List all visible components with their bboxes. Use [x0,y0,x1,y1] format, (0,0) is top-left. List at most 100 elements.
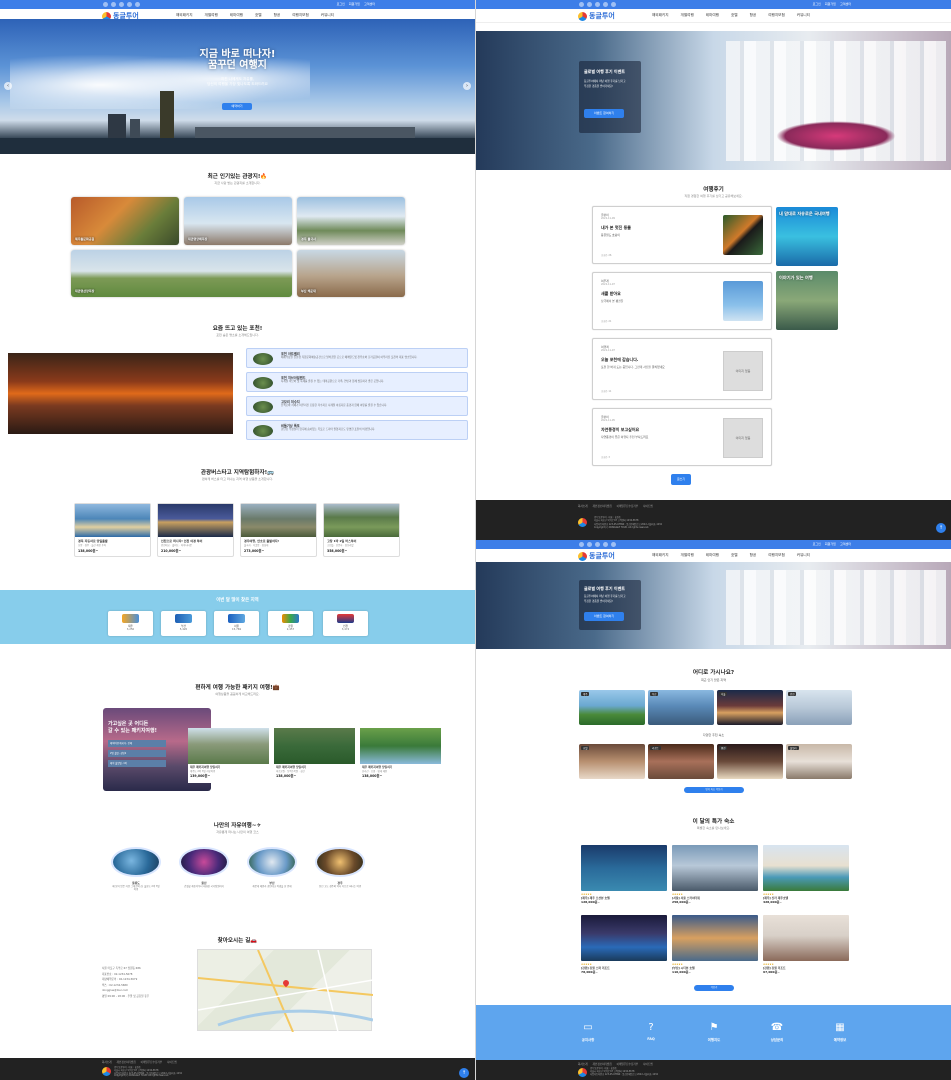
footer-link[interactable]: 사이트맵 [643,1062,653,1066]
footer-link[interactable]: 개인정보처리방침 [593,504,612,508]
login-link[interactable]: 로그인 [813,542,821,546]
recommend-item[interactable]: 포천 아트밸리 폐채석장을 친환경 복합문화예술공간으로 탈바꿈한 곳으로 에메랄… [246,348,468,368]
event-join-button[interactable]: 이벤트 참여하기 [584,612,624,621]
menu-air[interactable]: 항공 [274,13,281,18]
recommend-item[interactable]: 비둘기낭 폭포 한탄강 주상절리 협곡에 숨어있는 폭포로 드라마 촬영지로도 유… [246,420,468,440]
scroll-top-button[interactable]: ↑ [459,1068,469,1078]
region-card[interactable]: 인천 3,474 [323,611,368,636]
footer-link[interactable]: 사이트맵 [643,504,653,508]
blog-icon[interactable] [611,542,616,547]
menu-individual[interactable]: 개별여행 [681,553,694,558]
menu-community[interactable]: 커뮤니티 [797,13,810,18]
write-button[interactable]: 글쓰기 [671,474,691,485]
footer-link[interactable]: 회사소개 [102,1060,112,1064]
menu-hotel[interactable]: 호텔 [731,13,738,18]
facebook-icon[interactable] [579,2,584,7]
login-link[interactable]: 로그인 [337,2,345,6]
footer-link[interactable]: 개인정보처리방침 [117,1060,136,1064]
footer-link[interactable]: 회사소개 [578,504,588,508]
popular-card[interactable]: 대관령양떼목장 [184,197,292,245]
popular-card[interactable]: 대관령삼양목장 [71,250,292,297]
review-item[interactable]: 여우개 2022-11-07 새를 받아요 남극에서 본 펭귄들 조회수 21 [592,272,772,330]
footer-link[interactable]: 개인정보처리방침 [593,1062,612,1066]
footer-link[interactable]: 회사소개 [578,1062,588,1066]
menu-air[interactable]: 항공 [750,13,757,18]
side-banner[interactable]: 내 맘대로 자유로운 국내여행 [776,207,838,266]
recommend-item[interactable]: 고모리 저수지 산책로와 카페가 어우러진 조용한 저수지로 사계절 아름다운 풍… [246,396,468,416]
tour-card[interactable]: 경주여행, 안호로 출발하자! 불국사 · 석굴암 · 첨성대 273,000원~ [240,503,317,557]
review-item[interactable]: 여행객 2022-11-07 오늘 포천에 갑습니다. 포천 한 바퀴 도는 중입니다… [592,338,772,400]
free-item[interactable]: 부산 해운대 해변과 광안대교 야경을 한 번에 [247,847,297,888]
region-card[interactable]: 강원 2,457 [268,611,313,636]
hotel-type-card[interactable]: 호텔 [579,744,645,779]
menu-theme[interactable]: 테마여행 [706,13,719,18]
special-card[interactable]: ★★★★★ [강원] 강원 리조트 97,000원~ [763,915,849,986]
menu-overseas[interactable]: 해외패키지 [176,13,193,18]
popular-card[interactable]: 제주돌문화공원 [71,197,179,245]
facebook-icon[interactable] [103,2,108,7]
tour-card[interactable]: 경북 자동차로 당일출발 포항 · 경주 · 울산 해안 투어 138,000원~ [74,503,151,557]
special-card[interactable]: ★★★★★ [강원] 강원 스파 리조트 78,000원~ [581,915,667,986]
hero-next-arrow-icon[interactable]: › [463,82,471,90]
package-card[interactable]: 제주 패키지여행 당일치기 제주도 2박 3일 자유여행 139,000원~ [188,728,269,783]
side-banner[interactable]: 이야기가 있는 여행 [776,271,838,330]
hotel-type-card[interactable]: 풀빌라 [786,744,852,779]
quick-consult[interactable]: ☎ 상담문의 [757,1022,797,1042]
signup-link[interactable]: 회원가입 [825,542,836,546]
more-hotels-button[interactable]: 인기 숙소 더보기 [684,787,744,793]
hotel-type-card[interactable]: 펜션 [717,744,783,779]
menu-theme[interactable]: 테마여행 [230,13,243,18]
support-link[interactable]: 고객센터 [840,542,851,546]
instagram-icon[interactable] [119,2,124,7]
footer-link[interactable]: 이메일무단수집거부 [141,1060,162,1064]
menu-overseas[interactable]: 해외패키지 [652,13,669,18]
footer-link[interactable]: 사이트맵 [167,1060,177,1064]
menu-overseas[interactable]: 해외패키지 [652,553,669,558]
event-join-button[interactable]: 이벤트 참여하기 [584,109,624,118]
tour-card[interactable]: 고창 1박 2일 버스투어 고인돌 · 선운사 · 청보리밭 358,000원~ [323,503,400,557]
quick-reservation[interactable]: ▦ 예약정보 [820,1022,860,1042]
instagram-icon[interactable] [595,542,600,547]
support-link[interactable]: 고객센터 [364,2,375,6]
region-card[interactable]: 제주 3,250 [108,611,153,636]
special-card[interactable]: ★★★★★ [서울] 서울 스카이타워 258,000원~ [672,845,758,916]
signup-link[interactable]: 회원가입 [349,2,360,6]
popular-card[interactable]: 부산 해운대 [297,250,405,297]
login-link[interactable]: 로그인 [813,2,821,6]
youtube-icon[interactable] [587,542,592,547]
scroll-top-button[interactable]: ↑ [936,523,946,533]
menu-theme[interactable]: 테마여행 [706,553,719,558]
logo[interactable]: 동글투어 [578,551,615,561]
menu-community[interactable]: 커뮤니티 [321,13,334,18]
hero-prev-arrow-icon[interactable]: ‹ [4,82,12,90]
quick-map[interactable]: ⚑ 여행지도 [694,1022,734,1042]
logo[interactable]: 동글투어 [578,11,615,21]
destination-card[interactable]: 제주 [579,690,645,725]
more-special-button[interactable]: 더보기 [694,985,734,991]
footer-link[interactable]: 이메일무단수집거부 [617,1062,638,1066]
menu-individual[interactable]: 개별여행 [681,13,694,18]
promo-select[interactable]: 2명 출발, 성인2 [108,750,166,757]
free-item[interactable]: 울산 간절곶 해돋이부터 태화강 국가정원까지 [179,847,229,888]
hero-book-button[interactable]: 예약하기 [222,103,252,110]
promo-select[interactable]: 예약 출발일, 1박 [108,760,166,767]
support-link[interactable]: 고객센터 [840,2,851,6]
youtube-icon[interactable] [111,2,116,7]
destination-card[interactable]: 부산 [648,690,714,725]
tour-card[interactable]: 인천으로 떠나자! 인천 야경 투어 인천대교 · 월미도 · 차이나타운 210,… [157,503,234,557]
free-item[interactable]: 울릉도 때 묻지 않은 자연 그대로의 섬, 울릉도 2박 3일 여행 [111,847,161,891]
location-map[interactable] [197,949,373,1032]
menu-insurance[interactable]: 여행지보험 [292,13,309,18]
youtube-icon[interactable] [587,2,592,7]
destination-card[interactable]: 인천 [786,690,852,725]
package-card[interactable]: 제주 패키지여행 당일치기 미로공원 · 동백수목원 · 성산 138,000원~ [274,728,355,783]
menu-insurance[interactable]: 여행지보험 [768,13,785,18]
blog-icon[interactable] [135,2,140,7]
menu-air[interactable]: 항공 [750,553,757,558]
twitter-icon[interactable] [127,2,132,7]
blog-icon[interactable] [611,2,616,7]
menu-hotel[interactable]: 호텔 [731,553,738,558]
region-card[interactable]: 서울 15,769 [214,611,259,636]
special-card[interactable]: ★★★★★ [부산] 시티뷰 호텔 110,000원~ [672,915,758,986]
menu-insurance[interactable]: 여행지보험 [768,553,785,558]
